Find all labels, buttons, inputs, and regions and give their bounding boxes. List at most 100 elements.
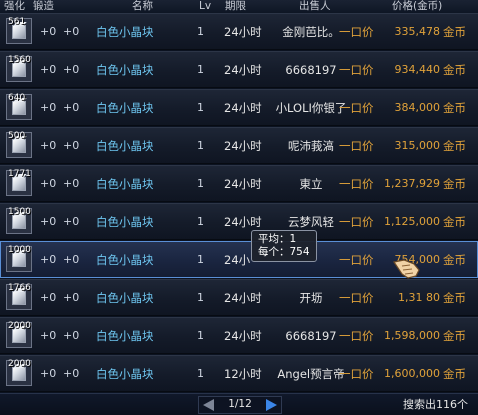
item-name: 白色小晶块 <box>96 253 154 267</box>
price-unit: 金币 <box>443 215 466 229</box>
enhance-value: +0 <box>40 291 57 304</box>
price-unit: 金币 <box>443 253 466 267</box>
listing-duration: 24小时 <box>224 101 262 115</box>
header-lv[interactable]: Lv <box>199 0 211 12</box>
item-name: 白色小晶块 <box>96 139 154 153</box>
enhance-value: +0 <box>40 139 57 152</box>
item-quantity: 500 <box>8 131 26 141</box>
refine-value: +0 <box>63 253 80 266</box>
header-seller[interactable]: 出售人 <box>299 0 331 12</box>
item-name: 白色小晶块 <box>96 329 154 343</box>
column-header: 强化 锻造 名称 Lv 期限 出售人 价格(金币) <box>0 0 478 13</box>
next-page-icon[interactable] <box>266 399 277 411</box>
item-slot[interactable]: 2000 <box>6 359 32 386</box>
auction-list: 561 +0 +0 白色小晶块 1 24小时 金刚芭比。 一口价 335,478 金币 1560 +0… <box>0 13 478 393</box>
listing-duration: 24小 <box>224 253 251 267</box>
listing-duration: 12小时 <box>224 367 262 381</box>
listing-row[interactable]: 2000 +0 +0 白色小晶块 1 12小时 Angel预言帝 一口价 1,600,000 金币 <box>0 355 478 392</box>
crystal-cube-icon <box>12 25 26 39</box>
crystal-cube-icon <box>12 63 26 77</box>
crystal-cube-icon <box>12 291 26 305</box>
header-price[interactable]: 价格(金币) <box>392 0 442 12</box>
price-tooltip: 平均：1 每个：754 <box>251 230 317 262</box>
listing-row[interactable]: 1560 +0 +0 白色小晶块 1 24小时 6668197 一口价 934,440 金币 <box>0 51 478 88</box>
item-slot[interactable]: 1771 <box>6 169 32 196</box>
price-value: 1,237,929 <box>384 177 440 190</box>
price-type: 一口价 <box>339 253 374 267</box>
item-name: 白色小晶块 <box>96 367 154 381</box>
refine-value: +0 <box>63 101 80 114</box>
listing-duration: 24小时 <box>224 63 262 77</box>
item-quantity: 1500 <box>8 207 31 217</box>
item-name: 白色小晶块 <box>96 215 154 229</box>
item-quantity: 561 <box>8 17 26 27</box>
listing-row[interactable]: 500 +0 +0 白色小晶块 1 24小时 呢沛莪滈 一口价 315,000 金币 <box>0 127 478 164</box>
header-name[interactable]: 名称 <box>132 0 153 12</box>
listing-row[interactable]: 2000 +0 +0 白色小晶块 1 24小时 6668197 一口价 1,598,000 金币 <box>0 317 478 354</box>
item-quantity: 1771 <box>8 169 31 179</box>
item-quantity: 1766 <box>8 283 31 293</box>
listing-duration: 24小时 <box>224 329 262 343</box>
listing-row[interactable]: 561 +0 +0 白色小晶块 1 24小时 金刚芭比。 一口价 335,478 金币 <box>0 13 478 50</box>
refine-value: +0 <box>63 63 80 76</box>
item-name: 白色小晶块 <box>96 63 154 77</box>
price-type: 一口价 <box>339 367 374 381</box>
item-slot[interactable]: 640 <box>6 93 32 120</box>
header-refine[interactable]: 锻造 <box>33 0 54 12</box>
item-level: 1 <box>197 329 204 342</box>
enhance-value: +0 <box>40 253 57 266</box>
item-slot[interactable]: 2000 <box>6 321 32 348</box>
price-type: 一口价 <box>339 329 374 343</box>
price-type: 一口价 <box>339 63 374 77</box>
item-name: 白色小晶块 <box>96 177 154 191</box>
listing-row[interactable]: 1771 +0 +0 白色小晶块 1 24小时 東立 一口价 1,237,929 金币 <box>0 165 478 202</box>
item-level: 1 <box>197 177 204 190</box>
item-slot[interactable]: 1500 <box>6 207 32 234</box>
item-slot[interactable]: 1560 <box>6 55 32 82</box>
enhance-value: +0 <box>40 329 57 342</box>
price-unit: 金币 <box>443 139 466 153</box>
price-value: 1,598,000 <box>384 329 440 342</box>
prev-page-icon[interactable] <box>203 399 214 411</box>
refine-value: +0 <box>63 177 80 190</box>
enhance-value: +0 <box>40 25 57 38</box>
price-type: 一口价 <box>339 25 374 39</box>
refine-value: +0 <box>63 139 80 152</box>
header-duration[interactable]: 期限 <box>225 0 246 12</box>
listing-row[interactable]: 640 +0 +0 白色小晶块 1 24小时 小LOLI你银了 一口价 384,000 金币 <box>0 89 478 126</box>
item-quantity: 2000 <box>8 359 31 369</box>
item-level: 1 <box>197 367 204 380</box>
refine-value: +0 <box>63 215 80 228</box>
price-type: 一口价 <box>339 215 374 229</box>
listing-duration: 24小时 <box>224 139 262 153</box>
tooltip-each: 每个：754 <box>258 246 310 258</box>
price-unit: 金币 <box>443 101 466 115</box>
tooltip-average: 平均：1 <box>258 233 297 245</box>
header-enhance[interactable]: 强化 <box>4 0 25 12</box>
item-slot[interactable]: 500 <box>6 131 32 158</box>
item-slot[interactable]: 1766 <box>6 283 32 310</box>
price-value: 384,000 <box>394 101 441 114</box>
price-unit: 金币 <box>443 329 466 343</box>
refine-value: +0 <box>63 367 80 380</box>
item-slot[interactable]: 1000 <box>6 245 32 272</box>
item-slot[interactable]: 561 <box>6 17 32 44</box>
item-quantity: 2000 <box>8 321 31 331</box>
price-value: 1,600,000 <box>384 367 440 380</box>
enhance-value: +0 <box>40 367 57 380</box>
item-name: 白色小晶块 <box>96 101 154 115</box>
crystal-cube-icon <box>12 177 26 191</box>
listing-row[interactable]: 1500 +0 +0 白色小晶块 1 24小时 云梦风轻 一口价 1,125,000 金币 <box>0 203 478 240</box>
price-unit: 金币 <box>443 291 466 305</box>
listing-row[interactable]: 1766 +0 +0 白色小晶块 1 24小时 开坜 一口价 1,31 80 金币 <box>0 279 478 316</box>
item-level: 1 <box>197 139 204 152</box>
price-unit: 金币 <box>443 367 466 381</box>
item-name: 白色小晶块 <box>96 291 154 305</box>
result-count: 搜索出116个 <box>403 398 468 411</box>
price-unit: 金币 <box>443 63 466 77</box>
item-level: 1 <box>197 63 204 76</box>
refine-value: +0 <box>63 25 80 38</box>
item-level: 1 <box>197 253 204 266</box>
footer-bar: 1/12 搜索出116个 <box>0 393 478 415</box>
price-value: 315,000 <box>394 139 441 152</box>
